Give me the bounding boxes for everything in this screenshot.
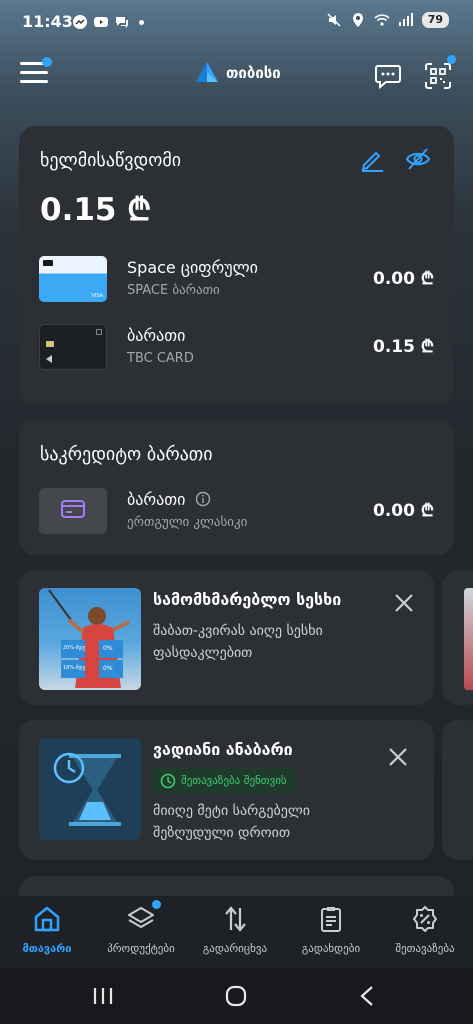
account-name: ბარათი [127,490,211,509]
account-row-credit-card[interactable]: ბარათი ერთგული კლასიკი 0.00 ₾ [39,488,434,544]
hourglass-clock-illustration [53,752,121,826]
promo-image-term-deposit [39,738,141,840]
account-amount: 0.00 ₾ [373,501,434,521]
credit-card-section: საკრედიტო ბარათი ბარათი ერთგული კლასიკი … [19,420,454,555]
promo-image-consumer-loan: 20%-მდე 0% 18%-მდე 0% [39,588,141,690]
status-time: 11:43 [22,12,73,31]
account-type: TBC CARD [127,351,194,366]
nav-payments[interactable]: გადახდები [284,904,378,964]
app-header: თიბისი [0,52,473,102]
mute-icon [327,13,341,27]
promo-image-label: 0% [103,665,113,672]
promo-title: ვადიანი ანაბარი [153,740,293,759]
account-amount: 0.15 ₾ [373,337,434,357]
chat-bubbles-icon [116,17,128,28]
signal-icon [398,13,413,26]
promo-description-line1: შაბათ-კვირას აიღე სესხი [153,623,323,639]
woman-with-selfie-stick-illustration [48,589,130,688]
nav-label: პროდუქტები [107,942,175,955]
nav-label: შეთავაზება [395,942,455,955]
promo-image-label: 0% [103,645,113,652]
qr-scan-icon[interactable] [424,62,452,90]
recent-apps-icon[interactable] [92,986,114,1006]
offer-badge: შეთავაზება შენთვის [153,768,295,794]
system-navigation-bar [0,968,473,1024]
home-icon [34,906,60,932]
promo-image-label: 20%-მდე [63,645,86,651]
menu-line [20,71,48,74]
transfer-icon [225,906,246,932]
bottom-navigation: მთავარი პროდუქტები გადარიცხვა გადახდები … [0,896,473,968]
account-name: Space ციფრული [127,258,258,277]
nav-label: გადახდები [301,942,361,955]
credit-card-icon [61,500,85,518]
promo-description-line2: ფასდაკლებით [153,645,253,661]
wifi-icon [374,14,390,26]
promo-image-label: 18%-მდე [63,665,86,671]
close-icon[interactable] [393,592,415,614]
close-icon[interactable] [387,746,409,768]
account-row-tbc-card[interactable]: ბარათი TBC CARD 0.15 ₾ [39,324,434,380]
messenger-icon [73,15,87,29]
menu-line [20,80,48,83]
promo-card-peek[interactable] [442,570,473,705]
nav-products[interactable]: პროდუქტები [94,900,188,964]
hide-balance-eye-icon[interactable] [405,146,431,172]
clipboard-icon [321,907,341,932]
discount-badge-icon [413,906,437,932]
menu-notification-dot [42,57,52,67]
total-balance: 0.15 ₾ [40,192,152,228]
promo-card-term-deposit[interactable]: ვადიანი ანაბარი შეთავაზება შენთვის მიიღე… [19,720,434,860]
products-notification-dot [152,900,161,909]
battery-indicator: 79 [421,12,449,28]
status-notification-icons [72,14,144,30]
promo-title: სამომხმარებლო სესხი [153,590,342,609]
promo-description-line2: შეზღუდული დროით [153,825,291,841]
account-type: ერთგული კლასიკი [127,515,248,530]
promo-card-peek[interactable] [442,720,473,860]
back-icon[interactable] [358,985,376,1007]
info-icon[interactable] [195,491,211,507]
layers-icon [128,907,154,928]
credit-card-title: საკრედიტო ბარათი [40,444,213,465]
account-row-space[interactable]: VISA Space ციფრული SPACE ბარათი 0.00 ₾ [39,256,434,312]
nav-offers[interactable]: შეთავაზება [378,904,472,964]
balance-card: ხელმისაწვდომი 0.15 ₾ VISA Space ციფრული … [19,126,454,404]
chat-icon[interactable] [374,62,402,90]
promo-description-line1: მიიღე მეტი სარგებელი [153,803,310,819]
nav-home[interactable]: მთავარი [0,904,94,964]
youtube-icon [94,17,108,27]
qr-notification-dot [447,55,456,64]
more-notifications-dot [139,19,144,25]
status-system-icons: 79 [326,12,449,28]
logo-text: თიბისი [226,64,281,82]
account-name: ბარათი [127,326,186,345]
tbc-logo-icon [196,62,218,82]
nav-label: მთავარი [22,942,72,955]
space-card-thumbnail: VISA [39,256,107,302]
nav-label: გადარიცხვა [202,942,268,955]
menu-button[interactable] [20,57,52,88]
tbc-card-thumbnail [39,324,107,370]
offer-badge-label: შეთავაზება შენთვის [181,774,287,787]
account-type: SPACE ბარათი [127,283,220,298]
home-button-icon[interactable] [225,985,247,1007]
location-icon [352,13,363,27]
promo-card-consumer-loan[interactable]: 20%-მდე 0% 18%-მდე 0% სამომხმარებლო სესხ… [19,570,434,705]
clock-icon [160,773,176,789]
balance-card-title: ხელმისაწვდომი [40,150,182,171]
credit-card-thumbnail [39,488,107,534]
tbc-logo: თიბისი [194,60,281,86]
account-amount: 0.00 ₾ [373,269,434,289]
edit-pencil-icon[interactable] [359,146,385,172]
promo-peek-image [464,588,473,690]
status-bar: 11:43 79 [0,0,473,44]
nav-transfer[interactable]: გადარიცხვა [188,904,282,964]
credit-account-name: ბარათი [127,490,186,509]
